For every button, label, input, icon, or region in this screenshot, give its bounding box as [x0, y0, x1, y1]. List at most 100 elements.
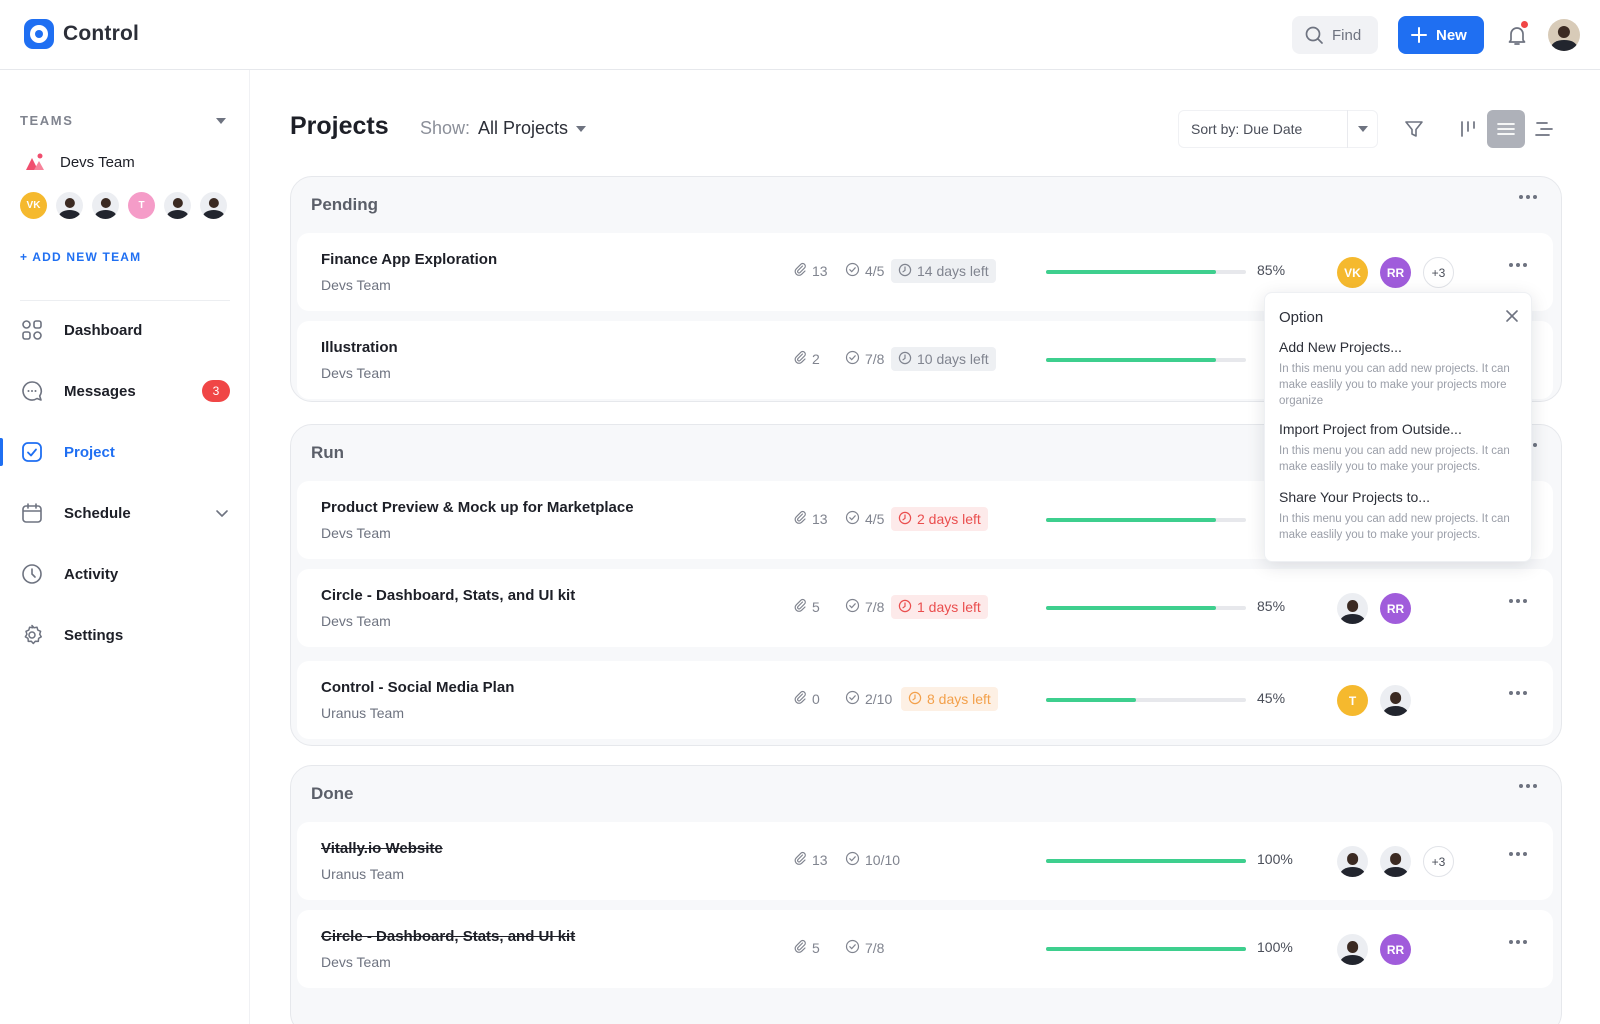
sidebar-item-schedule[interactable]: Schedule [0, 491, 250, 535]
project-row[interactable]: Circle - Dashboard, Stats, and UI kit Dev… [297, 569, 1553, 647]
assignee-avatar[interactable] [1380, 685, 1411, 716]
popup-title: Option [1279, 309, 1324, 326]
close-icon[interactable] [1505, 309, 1519, 323]
team-member-avatar[interactable]: VK [20, 192, 47, 219]
find-button[interactable]: Find [1292, 16, 1378, 54]
more-assignees[interactable]: +3 [1423, 846, 1454, 877]
more-icon[interactable] [1519, 784, 1537, 788]
project-title[interactable]: Control - Social Media Plan [321, 679, 514, 696]
add-new-team-link[interactable]: + ADD NEW TEAM [20, 250, 141, 264]
section-title: Pending [311, 195, 379, 214]
chevron-down-icon[interactable] [215, 506, 229, 520]
avatar-head [172, 197, 183, 209]
sort-dropdown[interactable]: Sort by: Due Date [1178, 110, 1378, 148]
assignee-avatar[interactable]: RR [1380, 593, 1411, 624]
popup-item-add-new-projects[interactable]: Add New Projects... In this menu you can… [1279, 339, 1519, 409]
tasks-count: 7/8 [845, 350, 884, 368]
project-row[interactable]: Circle - Dashboard, Stats, and UI kit Dev… [297, 910, 1553, 988]
attachments-count: 2 [793, 350, 820, 367]
progress-percent: 100% [1257, 851, 1293, 867]
project-row[interactable]: Vitally.io Website Uranus Team 13 10/10 100%… [297, 822, 1553, 900]
nav-label: Project [64, 443, 115, 461]
sort-text: Sort by: Due Date [1179, 121, 1347, 137]
deadline-badge: 1 days left [891, 595, 988, 619]
project-row[interactable]: Control - Social Media Plan Uranus Team 0 2… [297, 661, 1553, 739]
paperclip-icon [793, 262, 807, 279]
row-more-button[interactable] [1509, 940, 1527, 944]
popup-item-title: Import Project from Outside... [1279, 421, 1462, 437]
teams-dropdown-icon[interactable] [216, 118, 226, 124]
search-icon [1305, 26, 1323, 44]
project-title[interactable]: Illustration [321, 339, 398, 356]
team-member-avatar[interactable] [92, 192, 119, 219]
row-more-button[interactable] [1509, 599, 1527, 603]
calendar-icon [22, 503, 42, 523]
progress-bar [1046, 270, 1246, 274]
user-avatar[interactable] [1548, 19, 1580, 51]
team-member-avatar[interactable] [200, 192, 227, 219]
sidebar-item-project[interactable]: Project [0, 430, 250, 474]
more-icon[interactable] [1509, 263, 1527, 267]
filter-button[interactable] [1395, 110, 1433, 148]
avatar-head [100, 197, 111, 209]
avatar-head [1389, 691, 1402, 704]
deadline-text: 8 days left [927, 691, 991, 707]
new-button[interactable]: New [1398, 16, 1484, 54]
team-devs-team[interactable]: Devs Team [24, 152, 135, 172]
attachments-count: 13 [793, 262, 828, 279]
list-view-button[interactable] [1487, 110, 1525, 148]
project-team: Uranus Team [321, 705, 405, 721]
tasks-count: 2/10 [845, 690, 892, 708]
assignee-avatar[interactable] [1337, 593, 1368, 624]
assignee-avatar[interactable]: VK [1337, 257, 1368, 288]
avatar-body [1340, 954, 1365, 965]
project-title[interactable]: Finance App Exploration [321, 251, 497, 268]
more-icon[interactable] [1509, 691, 1527, 695]
progress-fill [1046, 947, 1246, 951]
teams-label: TEAMS [20, 113, 74, 128]
more-assignees[interactable]: +3 [1423, 257, 1454, 288]
section-more-button[interactable] [1519, 784, 1537, 788]
project-title[interactable]: Circle - Dashboard, Stats, and UI kit [321, 587, 575, 604]
paperclip-icon [793, 598, 807, 615]
assignee-avatar[interactable] [1380, 846, 1411, 877]
assignee-avatar[interactable] [1337, 846, 1368, 877]
progress-fill [1046, 358, 1216, 362]
project-title[interactable]: Circle - Dashboard, Stats, and UI kit [321, 928, 575, 945]
popup-item-desc: In this menu you can add new projects. I… [1279, 445, 1510, 473]
sidebar-item-messages[interactable]: Messages 3 [0, 369, 250, 413]
team-member-avatar[interactable]: T [128, 192, 155, 219]
project-title[interactable]: Product Preview & Mock up for Marketplac… [321, 499, 634, 516]
sidebar-item-activity[interactable]: Activity [0, 552, 250, 596]
row-more-button[interactable] [1509, 263, 1527, 267]
assignee-avatar[interactable]: T [1337, 685, 1368, 716]
team-member-avatar[interactable] [164, 192, 191, 219]
board-view-button[interactable] [1449, 110, 1487, 148]
app-logo[interactable]: Control [24, 19, 139, 49]
assignee-avatar[interactable] [1337, 934, 1368, 965]
team-logo-icon [26, 153, 44, 170]
row-more-button[interactable] [1509, 691, 1527, 695]
popup-item-title: Add New Projects... [1279, 339, 1402, 355]
project-title[interactable]: Vitally.io Website [321, 840, 443, 857]
attachments-value: 2 [812, 350, 820, 367]
check-square-icon [22, 442, 42, 462]
row-more-button[interactable] [1509, 852, 1527, 856]
avatar-head [1557, 26, 1571, 39]
assignee-avatar[interactable]: RR [1380, 257, 1411, 288]
more-icon[interactable] [1509, 599, 1527, 603]
section-more-button[interactable] [1519, 195, 1537, 199]
timeline-view-button[interactable] [1525, 110, 1563, 148]
sidebar-item-dashboard[interactable]: Dashboard [0, 308, 250, 352]
popup-item-import-project[interactable]: Import Project from Outside... In this m… [1279, 421, 1519, 475]
popup-item-share-projects[interactable]: Share Your Projects to... In this menu y… [1279, 489, 1519, 543]
tasks-count: 4/5 [845, 510, 884, 528]
team-member-avatar[interactable] [56, 192, 83, 219]
assignee-avatar[interactable]: RR [1380, 934, 1411, 965]
more-icon[interactable] [1519, 195, 1537, 199]
sidebar-item-settings[interactable]: Settings [0, 613, 250, 657]
more-icon[interactable] [1509, 940, 1527, 944]
assignees: RR [1337, 593, 1411, 624]
more-icon[interactable] [1509, 852, 1527, 856]
show-filter-dropdown[interactable]: Show: All Projects [420, 118, 587, 139]
